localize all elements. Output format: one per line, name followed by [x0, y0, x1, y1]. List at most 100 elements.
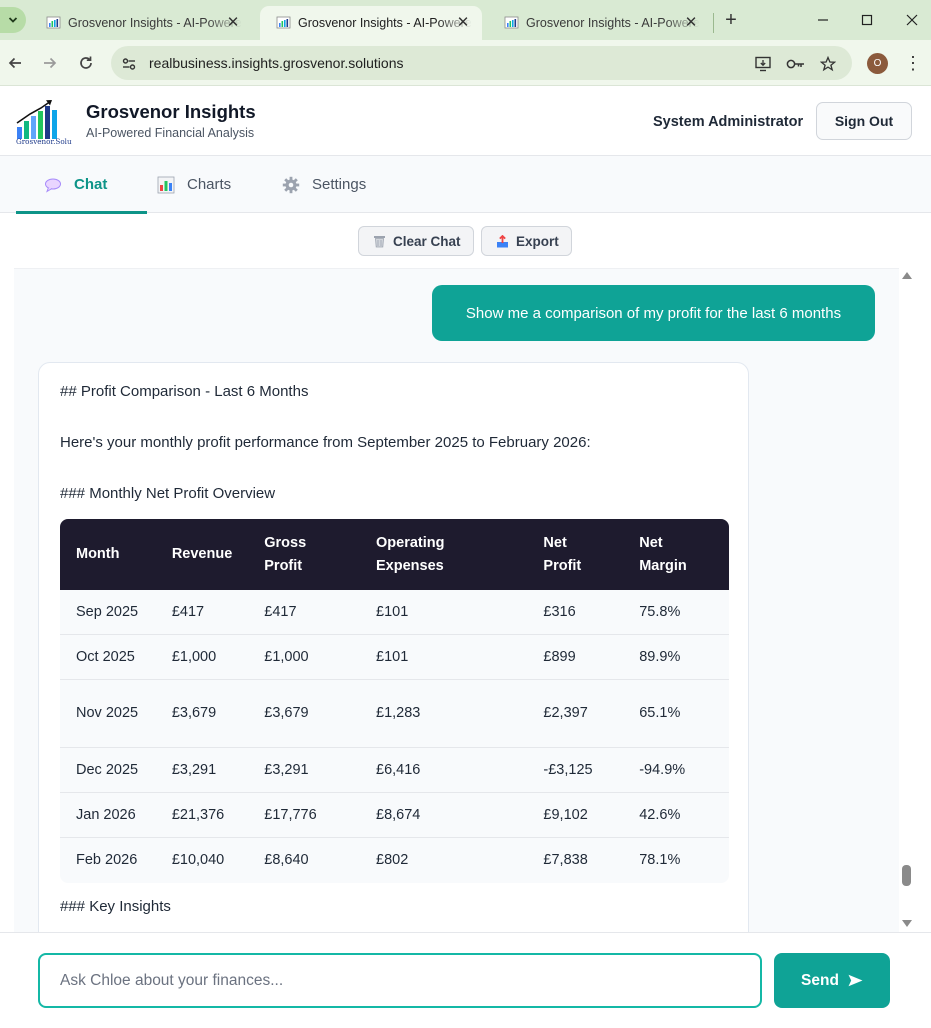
- main-nav-tabs: Chat Charts Settings: [0, 156, 931, 214]
- column-header: Revenue: [155, 519, 249, 590]
- reload-icon: [80, 56, 92, 69]
- table-row: Jan 2026 £21,376 £17,776 £8,674 £9,102 4…: [60, 793, 729, 838]
- tab-title: Grosvenor Insights - AI-Powered Financia…: [526, 16, 700, 30]
- assistant-heading: ## Profit Comparison - Last 6 Months: [60, 383, 309, 400]
- current-user-name: System Administrator: [653, 114, 804, 130]
- close-tab-icon[interactable]: ✕: [454, 14, 472, 32]
- chat-messages[interactable]: Show me a comparison of my profit for th…: [14, 268, 899, 932]
- table-row: Sep 2025 £417 £417 £101 £316 75.8%: [60, 590, 729, 635]
- send-arrow-icon: [848, 974, 863, 987]
- chat-scrollbar[interactable]: [899, 268, 915, 932]
- cell-net-profit: £2,397: [527, 680, 624, 748]
- browser-tab-strip: Grosvenor Insights - AI-Powered Financia…: [0, 0, 931, 40]
- forward-button[interactable]: [36, 49, 64, 77]
- cell-net-margin: -94.9%: [623, 748, 729, 793]
- back-button[interactable]: [1, 49, 29, 77]
- send-button[interactable]: Send: [774, 953, 890, 1008]
- app-header: Grosvenor.Solutions Grosvenor Insights A…: [0, 87, 931, 156]
- profile-avatar[interactable]: O: [867, 53, 888, 74]
- export-button[interactable]: Export: [481, 226, 572, 256]
- cell-net-profit: -£3,125: [527, 748, 624, 793]
- column-header: Gross Profit: [248, 519, 361, 590]
- app-title: Grosvenor Insights: [86, 101, 256, 122]
- arrow-right-icon: [44, 57, 57, 69]
- address-bar[interactable]: realbusiness.insights.grosvenor.solution…: [111, 46, 852, 80]
- minimize-button[interactable]: [808, 6, 838, 34]
- cell-revenue: £3,291: [155, 748, 249, 793]
- cell-gross-profit: £417: [248, 590, 361, 635]
- chat-input[interactable]: [38, 953, 762, 1008]
- site-info-icon[interactable]: [118, 53, 140, 75]
- tab-chat[interactable]: Chat: [15, 156, 148, 214]
- browser-tab-1[interactable]: Grosvenor Insights - AI-Powered Financia…: [30, 6, 252, 40]
- favicon-icon: [46, 16, 61, 29]
- cell-net-margin: 89.9%: [623, 635, 729, 680]
- tab-title: Grosvenor Insights - AI-Powered Financia…: [68, 16, 242, 30]
- minimize-icon: [818, 19, 828, 21]
- table-row: Oct 2025 £1,000 £1,000 £101 £899 89.9%: [60, 635, 729, 680]
- chat-actions: Clear Chat Export: [0, 214, 931, 268]
- arrow-left-icon: [8, 57, 21, 69]
- table-row: Nov 2025 £3,679 £3,679 £1,283 £2,397 65.…: [60, 680, 729, 748]
- cell-operating-expenses: £1,283: [360, 680, 528, 748]
- install-app-icon[interactable]: [753, 53, 775, 75]
- favicon-icon: [504, 16, 519, 29]
- cell-revenue: £1,000: [155, 635, 249, 680]
- table-row: Dec 2025 £3,291 £3,291 £6,416 -£3,125 -9…: [60, 748, 729, 793]
- browser-tab-3[interactable]: Grosvenor Insights - AI-Powered Financia…: [488, 6, 710, 40]
- cell-operating-expenses: £8,674: [360, 793, 528, 838]
- cell-net-margin: 78.1%: [623, 838, 729, 883]
- scroll-down-arrow-icon[interactable]: [902, 920, 912, 927]
- cell-gross-profit: £8,640: [248, 838, 361, 883]
- browser-tab-2[interactable]: Grosvenor Insights - AI-Powered Financia…: [260, 6, 482, 40]
- favicon-icon: [276, 16, 291, 29]
- assistant-intro: Here's your monthly profit performance f…: [60, 434, 591, 451]
- profit-table: Month Revenue Gross Profit Operating Exp…: [60, 519, 729, 883]
- grosvenor-logo: Grosvenor.Solutions: [16, 100, 72, 145]
- cell-net-profit: £899: [527, 635, 624, 680]
- sign-out-button[interactable]: Sign Out: [816, 102, 912, 140]
- cell-net-margin: 42.6%: [623, 793, 729, 838]
- tab-search-button[interactable]: [0, 7, 26, 33]
- browser-menu-icon[interactable]: ⋮: [903, 52, 923, 74]
- column-header: Net Profit: [527, 519, 624, 590]
- tab-charts[interactable]: Charts: [157, 156, 231, 213]
- chat-input-bar: Send: [0, 932, 931, 1028]
- export-icon: [497, 234, 508, 247]
- assistant-insights-heading: ### Key Insights: [60, 898, 171, 915]
- clear-chat-label: Clear Chat: [393, 233, 461, 249]
- cell-revenue: £21,376: [155, 793, 249, 838]
- clear-chat-button[interactable]: Clear Chat: [358, 226, 474, 256]
- maximize-icon: [861, 14, 873, 26]
- column-header: Operating Expenses: [360, 519, 528, 590]
- browser-toolbar: realbusiness.insights.grosvenor.solution…: [0, 40, 931, 86]
- password-key-icon[interactable]: [785, 53, 807, 75]
- tab-settings[interactable]: Settings: [282, 156, 366, 213]
- send-label: Send: [801, 971, 839, 989]
- close-window-button[interactable]: [897, 6, 927, 34]
- user-message: Show me a comparison of my profit for th…: [432, 285, 875, 341]
- maximize-button[interactable]: [852, 6, 882, 34]
- cell-gross-profit: £17,776: [248, 793, 361, 838]
- app-subtitle: AI-Powered Financial Analysis: [86, 126, 255, 140]
- assistant-subheading: ### Monthly Net Profit Overview: [60, 485, 276, 502]
- cell-month: Nov 2025: [60, 680, 156, 748]
- cell-gross-profit: £3,679: [248, 680, 361, 748]
- cell-month: Jan 2026: [60, 793, 156, 838]
- scroll-up-arrow-icon[interactable]: [902, 272, 912, 279]
- tab-charts-label: Charts: [187, 176, 232, 193]
- cell-month: Oct 2025: [60, 635, 156, 680]
- chevron-down-icon: [8, 17, 18, 23]
- new-tab-button[interactable]: +: [719, 8, 743, 32]
- gear-icon: [282, 176, 300, 194]
- reload-button[interactable]: [72, 49, 100, 77]
- cell-month: Dec 2025: [60, 748, 156, 793]
- close-tab-icon[interactable]: ✕: [224, 14, 242, 32]
- speech-bubble-icon: [44, 176, 62, 194]
- cell-net-margin: 65.1%: [623, 680, 729, 748]
- close-tab-icon[interactable]: ✕: [682, 14, 700, 32]
- tab-settings-label: Settings: [312, 176, 367, 193]
- bookmark-star-icon[interactable]: [817, 53, 839, 75]
- scrollbar-thumb[interactable]: [902, 865, 911, 886]
- cell-gross-profit: £3,291: [248, 748, 361, 793]
